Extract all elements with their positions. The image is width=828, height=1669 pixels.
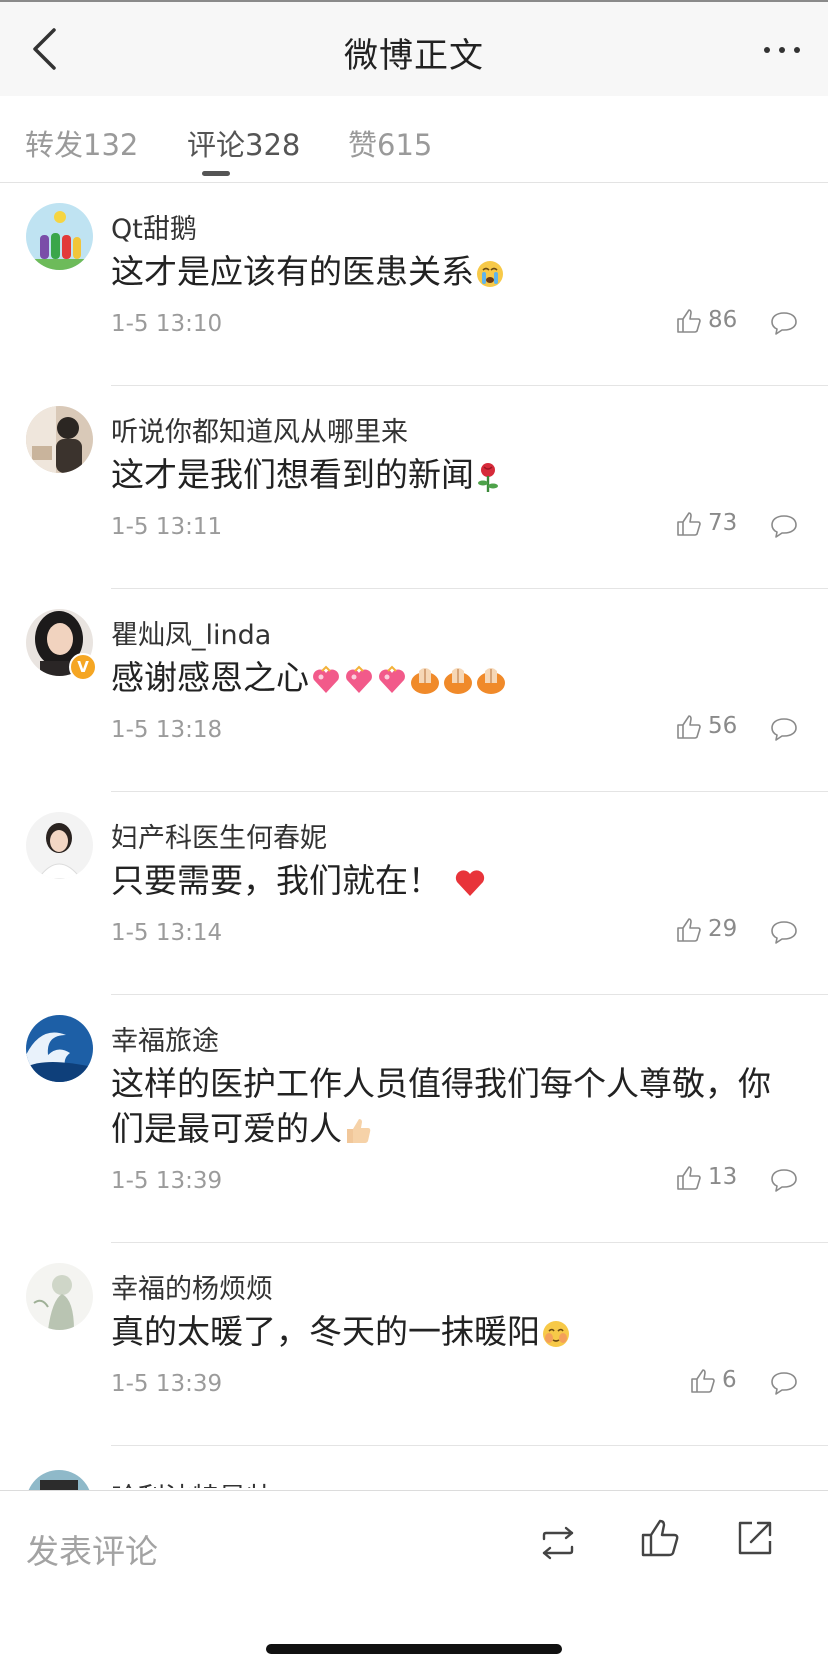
like-icon: [677, 308, 701, 333]
comment-time: 1-5 13:10: [111, 311, 223, 337]
comment-time: 1-5 13:18: [111, 717, 223, 743]
comment-input[interactable]: 发表评论: [26, 1525, 158, 1573]
like-button[interactable]: 6: [690, 1367, 737, 1394]
like-icon: [677, 917, 701, 942]
comment-item[interactable]: 幸福的杨烦烦 真的太暖了，冬天的一抹暖阳 1-5 13:39 6: [0, 1243, 828, 1446]
nav-bar: 微博正文: [0, 2, 828, 97]
like-icon: [691, 1368, 715, 1393]
comment-text: 只要需要，我们就在！: [111, 858, 801, 903]
pray-hands-icon: [444, 667, 472, 694]
like-button[interactable]: 13: [676, 1164, 737, 1191]
comment-text: 这才是应该有的医患关系: [111, 249, 801, 294]
avatar[interactable]: [26, 203, 93, 270]
like-icon[interactable]: [640, 1517, 682, 1559]
comment-icon[interactable]: [770, 513, 798, 539]
comment-item[interactable]: 听说你都知道风从哪里来 这才是我们想看到的新闻 1-5 13:11 73: [0, 386, 828, 589]
tab-likes[interactable]: 赞615: [348, 122, 432, 164]
thumbs-up-icon: [347, 1118, 371, 1143]
rose-icon: [478, 462, 498, 492]
tab-bar: 转发132 评论328 赞615: [0, 96, 828, 183]
comment-icon[interactable]: [770, 716, 798, 742]
like-count: 73: [708, 510, 738, 536]
comment-text: 这样的医护工作人员值得我们每个人尊敬，你们是最可爱的人: [111, 1064, 771, 1148]
avatar[interactable]: [26, 1470, 93, 1490]
comment-text: 真的太暖了，冬天的一抹暖阳: [111, 1309, 801, 1354]
like-count: 29: [708, 916, 738, 942]
like-button[interactable]: 56: [676, 713, 737, 740]
comment-item[interactable]: 妇产科医生何春妮 只要需要，我们就在！ 1-5 13:14 29: [0, 792, 828, 995]
red-heart-icon: [455, 869, 484, 896]
heart-gift-icon: [313, 665, 339, 693]
comment-icon[interactable]: [770, 919, 798, 945]
comment-item[interactable]: Qt甜鹅 这才是应该有的医患关系 1-5 13:10 86: [0, 183, 828, 386]
comment-username[interactable]: 听说你都知道风从哪里来: [111, 410, 408, 449]
comment-username[interactable]: 瞿灿凤_linda: [111, 613, 271, 652]
repost-icon[interactable]: [538, 1525, 578, 1561]
like-count: 56: [708, 713, 738, 739]
like-count: 13: [708, 1164, 738, 1190]
comment-username[interactable]: 幸福旅途: [111, 1019, 219, 1058]
like-icon: [677, 1165, 701, 1190]
comment-username[interactable]: Qt甜鹅: [111, 207, 197, 246]
comment-text: 这才是我们想看到的新闻: [111, 452, 801, 497]
heart-gift-icon: [346, 665, 372, 693]
comment-username[interactable]: 哈利波特是帅: [111, 1476, 273, 1488]
crying-face-icon: [477, 260, 503, 287]
comment-icon[interactable]: [770, 1167, 798, 1193]
like-count: 86: [708, 307, 738, 333]
comment-time: 1-5 13:39: [111, 1371, 223, 1397]
comment-time: 1-5 13:11: [111, 514, 223, 540]
comment-icon[interactable]: [770, 310, 798, 336]
blush-face-icon: [543, 1320, 569, 1347]
bottom-action-bar: 发表评论: [0, 1490, 828, 1669]
comment-username[interactable]: 幸福的杨烦烦: [111, 1267, 273, 1306]
like-button[interactable]: 86: [676, 307, 737, 334]
like-count: 6: [722, 1367, 737, 1393]
comment-text: 感谢感恩之心: [111, 655, 801, 700]
share-icon[interactable]: [736, 1519, 774, 1557]
comment-time: 1-5 13:39: [111, 1168, 223, 1194]
tab-reposts[interactable]: 转发132: [25, 122, 138, 164]
active-tab-indicator: [202, 171, 230, 176]
avatar[interactable]: [26, 812, 93, 879]
comment-username[interactable]: 妇产科医生何春妮: [111, 816, 327, 855]
heart-gift-icon: [379, 665, 405, 693]
like-icon: [677, 714, 701, 739]
tab-comments[interactable]: 评论328: [187, 122, 300, 164]
comment-icon[interactable]: [770, 1370, 798, 1396]
page-title: 微博正文: [344, 36, 484, 76]
comment-item[interactable]: 幸福旅途 这样的医护工作人员值得我们每个人尊敬，你们是最可爱的人 1-5 13:…: [0, 995, 828, 1243]
comment-time: 1-5 13:14: [111, 920, 223, 946]
verified-badge: V: [69, 653, 97, 681]
avatar[interactable]: [26, 1015, 93, 1082]
like-icon: [677, 511, 701, 536]
home-indicator[interactable]: [266, 1644, 562, 1654]
pray-hands-icon: [477, 667, 505, 694]
avatar[interactable]: [26, 1263, 93, 1330]
avatar[interactable]: [26, 406, 93, 473]
more-icon[interactable]: [762, 40, 802, 60]
divider: [111, 1445, 828, 1446]
pray-hands-icon: [411, 667, 439, 694]
like-button[interactable]: 29: [676, 916, 737, 943]
like-button[interactable]: 73: [676, 510, 737, 537]
comment-item[interactable]: V 瞿灿凤_linda 感谢感恩之心 1-5 13:18 56: [0, 589, 828, 792]
